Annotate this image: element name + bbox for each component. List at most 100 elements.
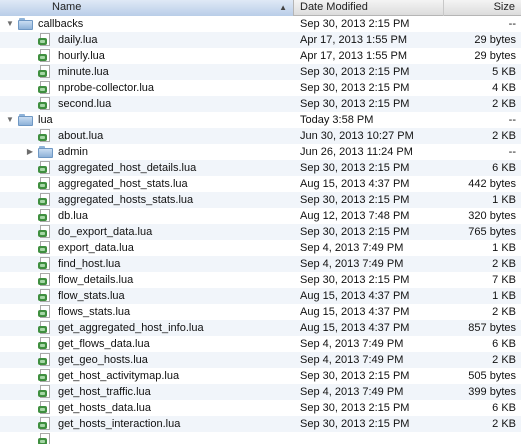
size-cell: 505 bytes (468, 370, 516, 382)
size-cell: 29 bytes (474, 50, 516, 62)
name-cell: get_flows_data.lua (0, 336, 294, 352)
file-row[interactable]: get_hosts_interaction.lua Sep 30, 2013 2:… (0, 416, 521, 432)
date-modified-cell: Sep 30, 2013 2:15 PM (300, 402, 410, 414)
name-cell: flow_stats.lua (0, 288, 294, 304)
file-row[interactable]: get_hosts_data.lua Sep 30, 2013 2:15 PM 6 … (0, 400, 521, 416)
lua-file-icon (38, 433, 53, 444)
size-cell: -- (508, 114, 516, 126)
disclosure-expanded-icon[interactable]: ▼ (5, 16, 15, 32)
name-cell: second.lua (0, 96, 294, 112)
lua-file-icon (38, 257, 53, 270)
date-modified-cell: Sep 4, 2013 7:49 PM (300, 258, 404, 270)
file-row[interactable]: get_aggregated_host_info.lua Aug 15, 2013… (0, 320, 521, 336)
column-header-name[interactable]: Name ▲ (0, 0, 294, 16)
folder-row[interactable]: ▼ lua Today 3:58 PM -- (0, 112, 521, 128)
item-name: do_export_data.lua (58, 226, 153, 238)
file-row[interactable]: flows_stats.lua Aug 15, 2013 4:37 PM 2 KB (0, 304, 521, 320)
item-name: flow_stats.lua (58, 290, 125, 302)
column-header-name-label: Name (52, 1, 82, 13)
lua-file-icon (38, 193, 53, 206)
file-row[interactable]: hourly.lua Apr 17, 2013 1:55 PM 29 bytes (0, 48, 521, 64)
file-row[interactable]: daily.lua Apr 17, 2013 1:55 PM 29 bytes (0, 32, 521, 48)
disclosure-collapsed-icon[interactable]: ▶ (25, 144, 35, 160)
file-row[interactable]: get_host_traffic.lua Sep 4, 2013 7:49 PM 3… (0, 384, 521, 400)
file-row[interactable]: find_host.lua Sep 4, 2013 7:49 PM 2 KB (0, 256, 521, 272)
column-header-date-modified[interactable]: Date Modified (294, 0, 444, 16)
lua-file-icon (38, 81, 53, 94)
size-cell: 2 KB (492, 98, 516, 110)
date-modified-cell: Sep 30, 2013 2:15 PM (300, 66, 410, 78)
file-row[interactable]: aggregated_host_stats.lua Aug 15, 2013 4:… (0, 176, 521, 192)
size-cell: 6 KB (492, 162, 516, 174)
column-header-bar: Name ▲ Date Modified Size (0, 0, 521, 16)
folder-icon (18, 18, 33, 30)
size-cell: 6 KB (492, 402, 516, 414)
name-cell: flows_stats.lua (0, 304, 294, 320)
file-row[interactable]: get_host_activitymap.lua Sep 30, 2013 2:1… (0, 368, 521, 384)
item-name: hourly.lua (58, 50, 105, 62)
date-modified-cell: Jun 26, 2013 11:24 PM (300, 146, 413, 158)
file-row[interactable]: flow_details.lua Sep 30, 2013 2:15 PM 7 KB (0, 272, 521, 288)
file-row[interactable]: flow_stats.lua Aug 15, 2013 4:37 PM 1 KB (0, 288, 521, 304)
item-name: flows_stats.lua (58, 306, 131, 318)
lua-file-icon (38, 33, 53, 46)
name-cell: get_host_activitymap.lua (0, 368, 294, 384)
sort-ascending-icon: ▲ (279, 3, 287, 12)
size-cell: 2 KB (492, 258, 516, 270)
size-cell: 442 bytes (468, 178, 516, 190)
name-cell: db.lua (0, 208, 294, 224)
size-cell: 4 KB (492, 82, 516, 94)
date-modified-cell: Apr 17, 2013 1:55 PM (300, 34, 408, 46)
disclosure-expanded-icon[interactable]: ▼ (5, 112, 15, 128)
file-row[interactable]: nprobe-collector.lua Sep 30, 2013 2:15 PM… (0, 80, 521, 96)
item-name: lua (38, 114, 53, 126)
file-row[interactable]: about.lua Jun 30, 2013 10:27 PM 2 KB (0, 128, 521, 144)
file-row[interactable]: aggregated_host_details.lua Sep 30, 2013 … (0, 160, 521, 176)
item-name: get_geo_hosts.lua (58, 354, 148, 366)
item-name: get_aggregated_host_info.lua (58, 322, 204, 334)
lua-file-icon (38, 305, 53, 318)
date-modified-cell: Aug 12, 2013 7:48 PM (300, 210, 410, 222)
date-modified-cell: Aug 15, 2013 4:37 PM (300, 290, 410, 302)
size-cell: 7 KB (492, 274, 516, 286)
date-modified-cell: Aug 15, 2013 4:37 PM (300, 322, 410, 334)
file-row[interactable]: minute.lua Sep 30, 2013 2:15 PM 5 KB (0, 64, 521, 80)
lua-file-icon (38, 241, 53, 254)
file-row[interactable]: get_flows_data.lua Sep 4, 2013 7:49 PM 6 K… (0, 336, 521, 352)
date-modified-cell: Sep 4, 2013 7:49 PM (300, 338, 404, 350)
file-row[interactable]: do_export_data.lua Sep 30, 2013 2:15 PM 76… (0, 224, 521, 240)
file-row[interactable]: db.lua Aug 12, 2013 7:48 PM 320 bytes (0, 208, 521, 224)
name-cell: get_hosts_data.lua (0, 400, 294, 416)
folder-row[interactable]: ▶ admin Jun 26, 2013 11:24 PM -- (0, 144, 521, 160)
lua-file-icon (38, 49, 53, 62)
name-cell: do_export_data.lua (0, 224, 294, 240)
date-modified-cell: Aug 15, 2013 4:37 PM (300, 306, 410, 318)
file-row[interactable] (0, 432, 521, 444)
name-cell: get_host_traffic.lua (0, 384, 294, 400)
lua-file-icon (38, 225, 53, 238)
lua-file-icon (38, 177, 53, 190)
item-name: get_hosts_interaction.lua (58, 418, 181, 430)
size-cell: 1 KB (492, 290, 516, 302)
name-cell: get_hosts_interaction.lua (0, 416, 294, 432)
item-name: db.lua (58, 210, 88, 222)
folder-icon (18, 114, 33, 126)
file-row[interactable]: aggregated_hosts_stats.lua Sep 30, 2013 2… (0, 192, 521, 208)
column-header-size[interactable]: Size (444, 0, 521, 16)
lua-file-icon (38, 353, 53, 366)
file-row[interactable]: export_data.lua Sep 4, 2013 7:49 PM 1 KB (0, 240, 521, 256)
file-row[interactable]: second.lua Sep 30, 2013 2:15 PM 2 KB (0, 96, 521, 112)
date-modified-cell: Sep 4, 2013 7:49 PM (300, 354, 404, 366)
item-name: aggregated_host_stats.lua (58, 178, 188, 190)
date-modified-cell: Apr 17, 2013 1:55 PM (300, 50, 408, 62)
date-modified-cell: Sep 30, 2013 2:15 PM (300, 226, 410, 238)
date-modified-cell: Sep 4, 2013 7:49 PM (300, 242, 404, 254)
date-modified-cell: Aug 15, 2013 4:37 PM (300, 178, 410, 190)
date-modified-cell: Sep 30, 2013 2:15 PM (300, 162, 410, 174)
lua-file-icon (38, 209, 53, 222)
lua-file-icon (38, 369, 53, 382)
folder-row[interactable]: ▼ callbacks Sep 30, 2013 2:15 PM -- (0, 16, 521, 32)
file-list: ▼ callbacks Sep 30, 2013 2:15 PM -- daily.lu… (0, 16, 521, 444)
file-row[interactable]: get_geo_hosts.lua Sep 4, 2013 7:49 PM 2 KB (0, 352, 521, 368)
size-cell: -- (508, 18, 516, 30)
